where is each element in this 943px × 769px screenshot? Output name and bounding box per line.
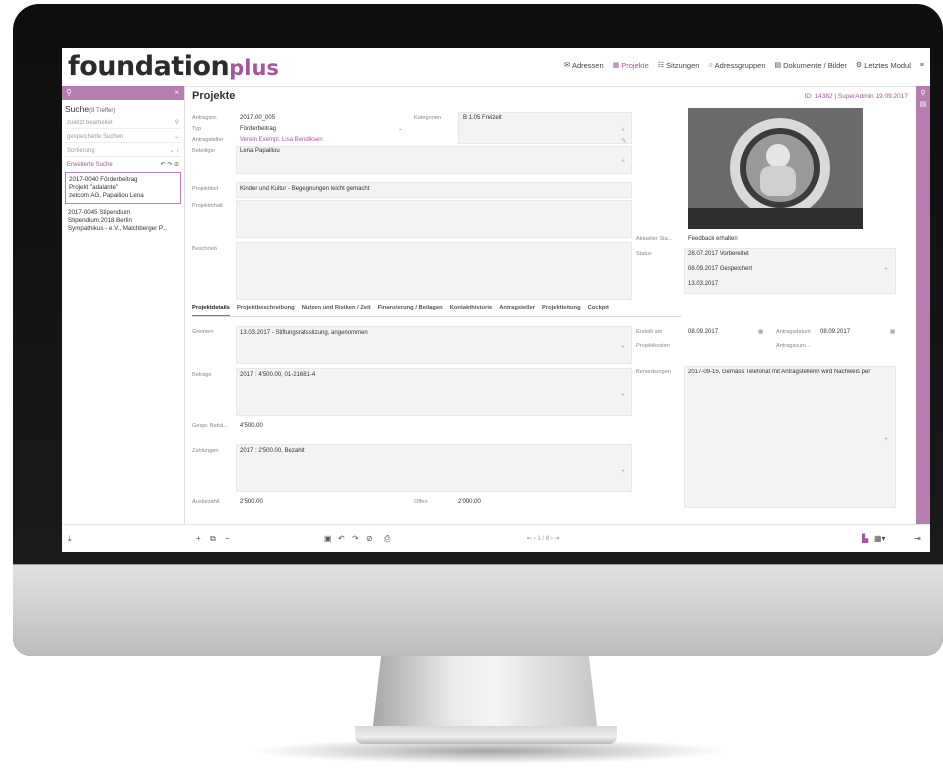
search-panel: ⚲ × Suche(8 Treffer) zuletzt bearbeitet ⚲…	[62, 86, 185, 524]
collapse-icon[interactable]: ⇥	[914, 534, 921, 543]
main-nav: ✉ Adressen ▦ Projekte ☷ Sitzungen ○ Adressgr…	[564, 61, 924, 70]
add-icon[interactable]: +	[196, 534, 201, 543]
monitor-stand	[372, 656, 598, 734]
delete-icon[interactable]: −	[225, 534, 230, 543]
search-icon[interactable]: ⚲	[66, 88, 72, 97]
document-icon[interactable]: ▤	[916, 100, 930, 108]
download-icon[interactable]: ⤓	[68, 534, 72, 544]
ausbezahlt-value: 2'500.00	[240, 499, 263, 505]
monitor: foundationplus ✉ Adressen ▦ Projekte ☷ Sitz…	[13, 4, 943, 656]
gespr-betrag: 4'500.00	[240, 423, 263, 429]
project-photo[interactable]	[688, 108, 863, 229]
project-detail: Projekte ID: 14382 | SuperAdmin 19.09.20…	[188, 86, 912, 524]
chevron-down-icon: ⌄ ↕	[169, 148, 179, 154]
search-icon: ⚲	[174, 120, 179, 126]
add-icon[interactable]: +	[884, 436, 888, 443]
nav-projekte[interactable]: ▦ Projekte	[613, 61, 649, 70]
export-icon[interactable]: ▙	[862, 534, 868, 543]
top-bar: foundationplus ✉ Adressen ▦ Projekte ☷ Sitz…	[62, 48, 930, 87]
saved-searches-select[interactable]: gespeicherte Suchen ⌄	[65, 131, 181, 143]
sort-select[interactable]: Sortierung ⌄ ↕	[65, 145, 181, 157]
undo-icon[interactable]: ↶	[338, 534, 345, 543]
offen-value: 2'000.00	[458, 499, 481, 505]
advanced-search-link[interactable]: Erweiterte Suche ↶ ↷ ⊘	[65, 159, 181, 170]
group-icon: ☷	[657, 62, 665, 69]
beschrieb-field[interactable]	[236, 242, 632, 300]
search-icon[interactable]: ⚲	[916, 89, 930, 97]
bemerkungen-field[interactable]	[684, 366, 896, 508]
pager[interactable]: ⇤ ‹ 1 / 8 › ⇥	[527, 535, 559, 542]
monitor-chin	[13, 564, 943, 656]
tab-finanzierung[interactable]: Finanzierung / Beilagen	[378, 305, 443, 316]
search-bar[interactable]: ⚲ ×	[62, 86, 184, 100]
print-icon[interactable]: ⎙	[384, 534, 390, 544]
tab-cockpit[interactable]: Cockpit	[588, 305, 609, 316]
record-id: ID: 14382 | SuperAdmin 19.09.2017	[804, 93, 908, 100]
page-title: Projekte	[192, 90, 236, 102]
cancel-icon[interactable]: ⊘	[366, 534, 373, 543]
chevron-down-icon[interactable]: ⌄	[398, 126, 403, 132]
beteiligte-field[interactable]	[236, 146, 632, 174]
add-icon[interactable]: +	[621, 344, 625, 351]
aktueller-status: Feedback erhalten	[688, 236, 738, 242]
grid-icon: ▦	[612, 62, 620, 69]
circle-icon: ○	[708, 62, 713, 69]
projektinhalt-field[interactable]	[236, 200, 632, 238]
erstellt-field[interactable]: 08.09.2017	[688, 329, 718, 335]
calendar-icon[interactable]: ▦	[758, 329, 763, 335]
tab-projektleitung[interactable]: Projektleitung	[542, 305, 581, 316]
add-icon[interactable]: +	[621, 468, 625, 475]
antragsnr-field[interactable]: 2017.00_005	[240, 115, 275, 121]
tab-antragsteller[interactable]: Antragsteller	[499, 305, 535, 316]
edit-icon[interactable]: ✎	[621, 137, 627, 145]
logo[interactable]: foundationplus	[68, 51, 279, 82]
tab-nutzen-risiken[interactable]: Nutzen und Risiken / Zeit	[302, 305, 371, 316]
copy-icon[interactable]: ⧉	[210, 534, 216, 544]
antragsteller-link[interactable]: Verein Exempl. Lisa Bendiksen	[240, 137, 323, 143]
add-icon[interactable]: +	[884, 266, 888, 273]
add-icon[interactable]: +	[621, 158, 625, 165]
close-icon[interactable]: ×	[174, 88, 179, 97]
chevron-down-icon: ⌄	[173, 134, 179, 140]
search-title: Suche(8 Treffer)	[65, 104, 116, 114]
add-icon[interactable]: +	[621, 127, 625, 134]
tab-projektbeschreibung[interactable]: Projektbeschreibung	[237, 305, 295, 316]
nav-adressgruppen[interactable]: ○ Adressgruppen	[708, 61, 765, 70]
tab-projektdetails[interactable]: Projektdetails	[192, 305, 231, 316]
redo-icon[interactable]: ↷	[352, 534, 359, 543]
nav-sitzungen[interactable]: ☷ Sitzungen	[658, 61, 700, 70]
undo-redo-icons[interactable]: ↶ ↷ ⊘	[161, 161, 179, 168]
envelope-icon: ✉	[564, 62, 570, 69]
antragsdatum-field[interactable]: 08.09.2017	[820, 329, 850, 335]
document-icon: ▤	[774, 62, 782, 69]
menu-icon[interactable]: ≡	[920, 61, 924, 70]
list-item[interactable]: 2017-0045 Stipendium Stipendium 2018 Ber…	[65, 206, 181, 236]
nav-adressen[interactable]: ✉ Adressen	[564, 61, 604, 70]
add-icon[interactable]: +	[621, 392, 625, 399]
save-icon[interactable]: ▣	[324, 534, 332, 543]
app-window: foundationplus ✉ Adressen ▦ Projekte ☷ Sitz…	[62, 48, 930, 552]
nav-dokumente[interactable]: ▤ Dokumente / Bilder	[775, 61, 847, 70]
nav-letztes-modul[interactable]: ⚙ Letztes Modul	[856, 61, 911, 70]
typ-select[interactable]: Förderbeitrag	[240, 126, 276, 132]
search-input[interactable]: zuletzt bearbeitet ⚲	[65, 117, 181, 129]
tab-kontakthistorie[interactable]: Kontakthistorie	[450, 305, 493, 316]
view-icon[interactable]: ▦▾	[874, 534, 886, 543]
monitor-stand-base	[355, 726, 617, 744]
gear-icon: ⚙	[855, 62, 863, 69]
calendar-icon[interactable]: ▦	[890, 329, 895, 335]
right-toolbar: ⚲ ▤	[916, 86, 930, 524]
list-item[interactable]: 2017-0040 Förderbeitrag Projekt "adalant…	[65, 172, 181, 204]
bottom-toolbar: ⤓ + ⧉ − ▣ ↶ ↷ ⊘ ⎙ ⇤ ‹ 1 / 8 › ⇥ ▙ ▦▾ ⇥	[62, 524, 930, 552]
detail-tabs: Projektdetails Projektbeschreibung Nutze…	[192, 305, 682, 317]
